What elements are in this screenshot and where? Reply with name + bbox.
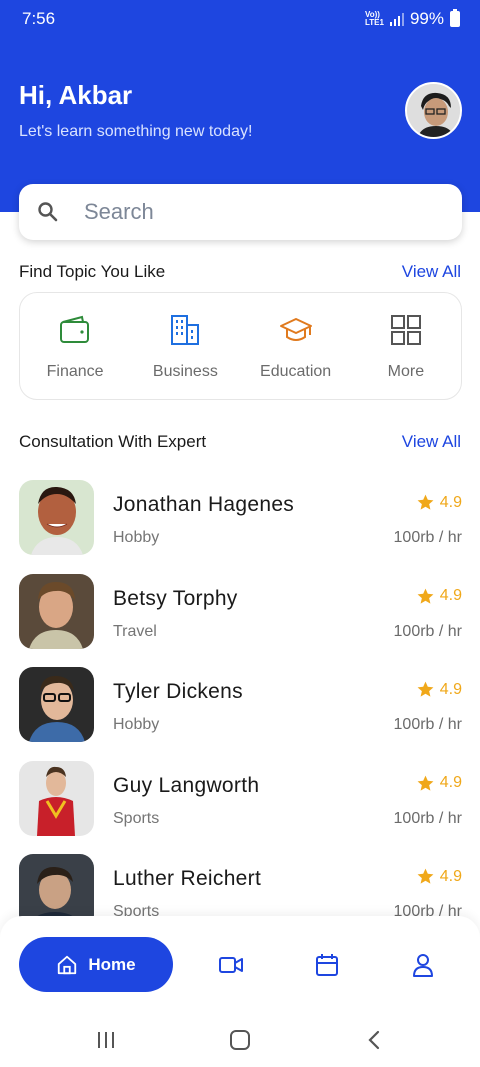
expert-name: Jonathan Hagenes: [113, 493, 295, 516]
expert-rating: 4.9: [416, 680, 462, 699]
expert-rating: 4.9: [416, 587, 462, 606]
nav-home-label: Home: [88, 954, 136, 974]
expert-row[interactable]: Tyler Dickens Hobby 4.9 100rb / hr: [19, 667, 462, 761]
calendar-icon[interactable]: [314, 952, 340, 978]
topic-label: Finance: [46, 363, 104, 380]
expert-list: Jonathan Hagenes Hobby 4.9 100rb / hr Be…: [19, 480, 462, 948]
experts-view-all-link[interactable]: View All: [402, 432, 461, 452]
expert-category: Hobby: [113, 529, 160, 546]
battery-percent: 99%: [409, 9, 444, 28]
expert-name: Tyler Dickens: [113, 680, 243, 703]
expert-name: Betsy Torphy: [113, 586, 238, 610]
wallet-icon: [60, 315, 90, 343]
expert-row[interactable]: Betsy Torphy Travel 4.9 100rb / hr: [19, 573, 462, 668]
expert-category: Travel: [113, 622, 157, 640]
grid-icon: [390, 315, 421, 345]
status-time: 7:56: [22, 9, 56, 28]
star-icon: [417, 775, 434, 791]
home-button-icon[interactable]: [228, 1028, 252, 1052]
topic-business[interactable]: Business: [130, 293, 240, 399]
star-icon: [417, 868, 434, 884]
status-bar: 7:56 Vo)) LTE1 99%: [0, 0, 480, 38]
rating-value: 4.9: [439, 680, 462, 698]
status-icons: Vo)) LTE1 99%: [365, 9, 460, 29]
topic-label: More: [387, 363, 425, 380]
graduation-cap-icon: [279, 318, 312, 341]
greeting: Hi, Akbar: [19, 80, 133, 110]
topic-more[interactable]: More: [351, 293, 461, 399]
topic-label: Education: [260, 363, 332, 380]
expert-name: Guy Langworth: [113, 773, 260, 797]
back-icon[interactable]: [363, 1028, 387, 1052]
network-indicator: Vo)) LTE1: [365, 10, 384, 27]
battery-icon: [450, 9, 460, 27]
user-avatar[interactable]: [405, 82, 462, 139]
rating-value: 4.9: [439, 774, 462, 791]
building-icon: [171, 315, 200, 345]
topics-title: Find Topic You Like: [19, 262, 166, 281]
header: 7:56 Vo)) LTE1 99% Hi, Akbar Let's learn…: [0, 0, 480, 212]
topic-finance[interactable]: Finance: [20, 293, 130, 399]
expert-photo: [19, 760, 94, 836]
expert-row[interactable]: Guy Langworth Sports 4.9 100rb / hr: [19, 760, 462, 855]
search-icon: [38, 202, 58, 222]
star-icon: [417, 494, 434, 510]
expert-rating: 4.9: [416, 774, 462, 793]
expert-category: Hobby: [113, 716, 160, 733]
home-icon: [58, 955, 77, 974]
expert-row[interactable]: Jonathan Hagenes Hobby 4.9 100rb / hr: [19, 480, 462, 574]
rating-value: 4.9: [439, 867, 462, 885]
topic-label: Business: [152, 363, 218, 380]
search-bar[interactable]: [19, 184, 462, 240]
recent-apps-icon[interactable]: [94, 1028, 118, 1052]
expert-photo: [19, 480, 94, 555]
star-icon: [417, 681, 434, 697]
experts-title: Consultation With Expert: [19, 432, 207, 451]
expert-rate: 100rb / hr: [393, 716, 462, 733]
bottom-nav: Home: [0, 916, 480, 1012]
expert-rating: 4.9: [416, 493, 462, 512]
system-nav-bar: [0, 1012, 480, 1067]
expert-photo: [19, 573, 94, 649]
expert-category: Sports: [113, 809, 160, 827]
expert-name: Luther Reichert: [113, 867, 262, 890]
expert-photo: [19, 667, 94, 742]
expert-rate: 100rb / hr: [393, 809, 462, 827]
topic-education[interactable]: Education: [241, 293, 351, 399]
nav-home-button[interactable]: Home: [19, 937, 173, 992]
star-icon: [417, 588, 434, 604]
expert-rating: 4.9: [416, 867, 462, 886]
greeting-subtitle: Let's learn something new today!: [19, 123, 253, 140]
expert-rate: 100rb / hr: [393, 622, 462, 640]
profile-icon[interactable]: [410, 952, 436, 978]
rating-value: 4.9: [439, 587, 462, 604]
search-input[interactable]: [84, 199, 424, 225]
signal-icon: [389, 13, 404, 26]
expert-rate: 100rb / hr: [393, 529, 462, 546]
topics-card: Finance Business Education More: [19, 292, 462, 400]
rating-value: 4.9: [439, 493, 462, 511]
topics-view-all-link[interactable]: View All: [402, 262, 461, 282]
video-icon[interactable]: [218, 952, 244, 978]
